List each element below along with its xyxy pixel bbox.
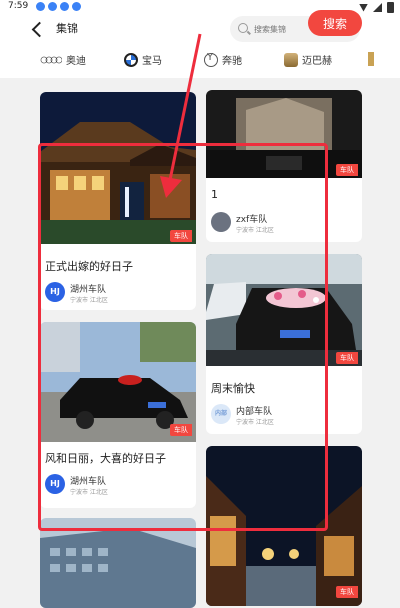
brand-item-audi[interactable]: 奥迪: [40, 52, 86, 67]
collection-card[interactable]: 车队: [206, 446, 362, 606]
audi-logo-icon: [40, 55, 62, 64]
brand-item-more[interactable]: [368, 52, 374, 66]
notification-icons: [36, 2, 81, 11]
avatar: 内部: [211, 404, 231, 424]
system-icons: [359, 2, 394, 13]
author-location: 宁波市 江北区: [70, 489, 108, 496]
benz-logo-icon: [204, 52, 218, 67]
author-location: 宁波市 江北区: [236, 419, 274, 426]
avatar: HJ: [45, 474, 65, 494]
notification-icon: [36, 2, 45, 11]
collection-card[interactable]: 车队 风和日丽，大喜的好日子 HJ 湖州车队 宁波市 江北区: [40, 322, 196, 508]
notification-icon: [72, 2, 81, 11]
bmw-logo-icon: [124, 52, 138, 67]
brand-item-maybach[interactable]: 迈巴赫: [284, 52, 332, 67]
battery-icon: [387, 2, 394, 13]
maybach-logo-icon: [284, 52, 298, 67]
card-title: 正式出嫁的好日子: [45, 260, 133, 273]
brand-item-benz[interactable]: 奔驰: [204, 52, 242, 67]
author-name: 湖州车队: [70, 285, 107, 295]
card-photo-building: [40, 92, 196, 244]
brand-item-bmw[interactable]: 宝马: [124, 52, 162, 67]
brand-label: 宝马: [142, 56, 162, 67]
team-badge: 车队: [170, 424, 192, 436]
collection-card[interactable]: 车队 正式出嫁的好日子 HJ 湖州车队 宁波市 江北区: [40, 92, 196, 310]
search-icon: [238, 23, 248, 33]
brand-filter-bar: 奥迪 宝马 奔驰 迈巴赫: [0, 44, 400, 78]
brand-label: 奥迪: [66, 56, 86, 67]
team-badge: 车队: [336, 352, 358, 364]
card-title: 1: [211, 188, 218, 201]
author-name: 湖州车队: [70, 477, 107, 487]
team-badge: 车队: [336, 586, 358, 598]
brand-logo-icon: [368, 52, 374, 66]
team-badge: 车队: [336, 164, 358, 176]
card-photo-street-night: [206, 446, 362, 606]
notification-icon: [60, 2, 69, 11]
collection-card[interactable]: 车队 周末愉快 内部 内部车队 宁波市 江北区: [206, 254, 362, 434]
collection-card[interactable]: 车队 1 zxf车队 宁波市 江北区: [206, 90, 362, 242]
author-name: 内部车队: [236, 407, 273, 417]
search-button[interactable]: 搜索: [308, 10, 362, 36]
author-location: 宁波市 江北区: [70, 297, 108, 304]
status-time: 7:59: [8, 1, 29, 11]
team-badge: 车队: [170, 230, 192, 242]
card-photo-wedding-car: [206, 254, 362, 366]
avatar: [211, 212, 231, 232]
search-input[interactable]: [254, 20, 314, 38]
notification-icon: [48, 2, 57, 11]
page-title: 集锦: [56, 22, 78, 35]
card-title: 周末愉快: [211, 382, 255, 395]
wifi-icon: [359, 3, 368, 12]
collection-card[interactable]: [40, 518, 196, 608]
back-arrow-icon[interactable]: [31, 21, 48, 38]
card-title: 风和日丽，大喜的好日子: [45, 452, 166, 465]
author-location: 宁波市 江北区: [236, 227, 274, 234]
avatar: HJ: [45, 282, 65, 302]
signal-icon: [373, 3, 382, 12]
brand-label: 奔驰: [222, 56, 242, 67]
brand-label: 迈巴赫: [302, 56, 332, 67]
card-photo-building: [40, 518, 196, 608]
author-name: zxf车队: [236, 215, 268, 225]
